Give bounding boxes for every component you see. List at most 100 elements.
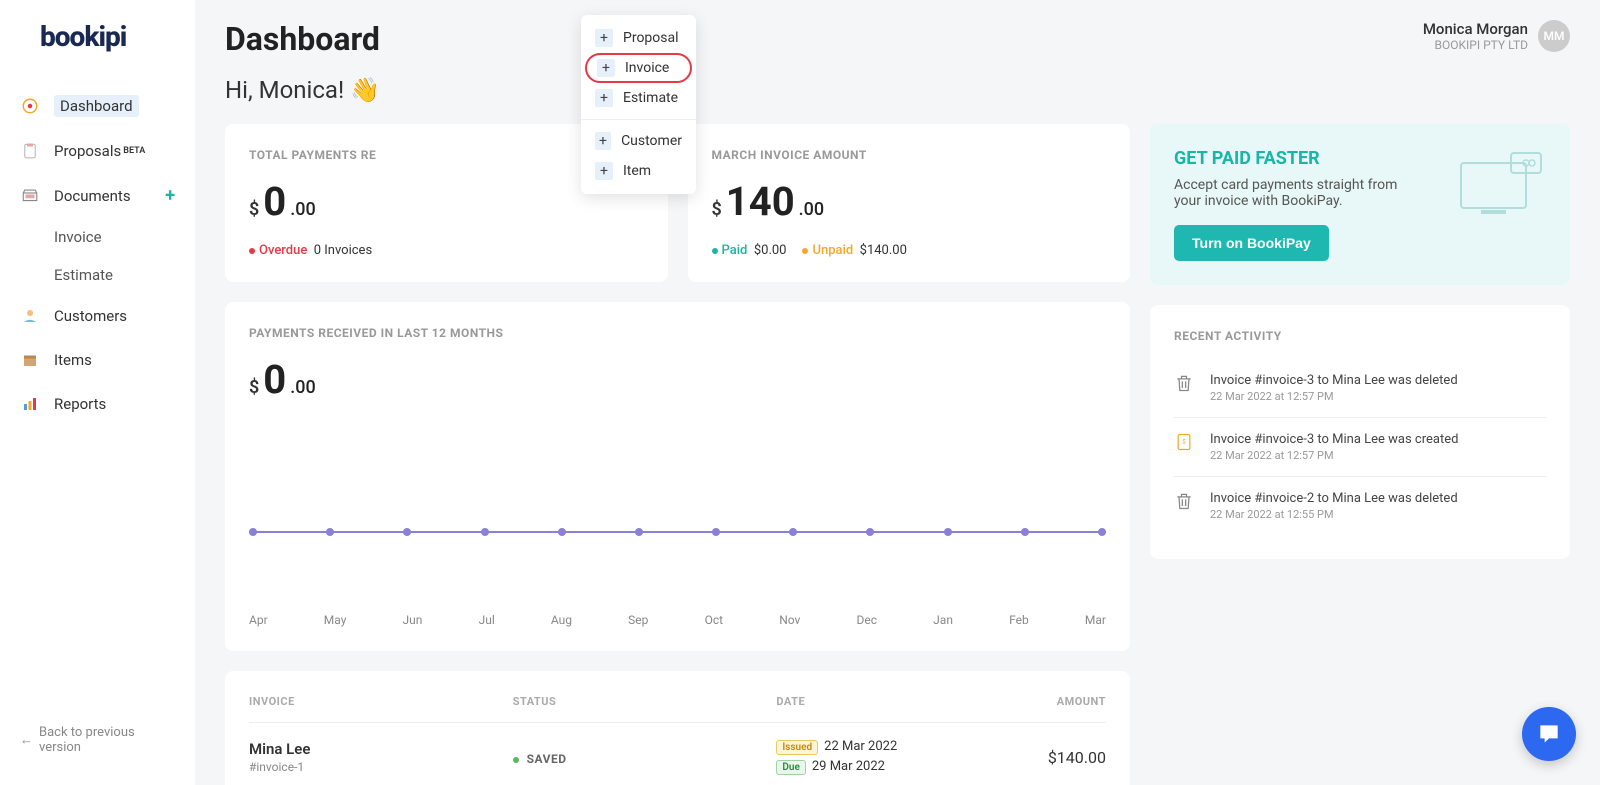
sidebar-sub-estimate[interactable]: Estimate [0,256,195,294]
row-invoice-number: #invoice-1 [249,760,513,774]
activity-item[interactable]: $ Invoice #invoice-3 to Mina Lee was crea… [1174,418,1546,477]
chart-point [249,528,257,536]
dot-icon [513,757,519,763]
table-header-invoice: INVOICE [249,695,513,708]
dropdown-item-item[interactable]: +Item [581,156,696,186]
chart-point [789,528,797,536]
sidebar-item-label: Items [54,351,92,369]
dropdown-item-invoice[interactable]: +Invoice [585,53,692,83]
table-header-amount: AMOUNT [974,695,1106,708]
promo-text: Accept card payments straight from your … [1174,177,1404,209]
arrow-left-icon: ← [20,732,33,748]
logo: bookipi [0,20,195,83]
main-content: Dashboard Monica Morgan BOOKIPI PTY LTD … [195,0,1600,785]
sidebar-item-proposals[interactable]: ProposalsBETA [0,129,195,173]
activity-item[interactable]: Invoice #invoice-2 to Mina Lee was delet… [1174,477,1546,535]
recent-activity-card: RECENT ACTIVITY Invoice #invoice-3 to Mi… [1150,305,1570,559]
chart-month-label: Nov [779,613,800,627]
monitor-icon [1456,148,1546,222]
dot-icon [802,248,808,254]
sidebar: bookipi Dashboard ProposalsBETA Document… [0,0,195,785]
due-badge: Due [776,760,805,775]
sidebar-item-label: Reports [54,395,106,413]
sidebar-sub-invoice[interactable]: Invoice [0,218,195,256]
chart-month-label: May [324,613,347,627]
sidebar-item-documents[interactable]: Documents + [0,173,195,218]
box-icon [20,350,40,370]
sidebar-item-label: Customers [54,307,127,325]
chart-x-labels: AprMayJunJulAugSepOctNovDecJanFebMar [249,613,1106,627]
chart-month-label: Jan [933,613,953,627]
person-icon [20,306,40,326]
chart-month-label: Oct [705,613,723,627]
sidebar-item-reports[interactable]: Reports [0,382,195,426]
card-label: PAYMENTS RECEIVED IN LAST 12 MONTHS [249,326,1106,340]
card-label: MARCH INVOICE AMOUNT [712,148,1107,162]
activity-text: Invoice #invoice-3 to Mina Lee was creat… [1210,432,1458,447]
currency-symbol: $ [249,199,259,220]
activity-time: 22 Mar 2022 at 12:57 PM [1210,390,1458,403]
svg-text:$: $ [1182,438,1186,446]
row-customer-name: Mina Lee [249,740,513,758]
currency-symbol: $ [712,199,722,220]
chart-area [249,423,1106,603]
dropdown-item-proposal[interactable]: +Proposal [581,23,696,53]
chat-fab[interactable] [1522,707,1576,761]
invoice-icon: $ [1174,432,1196,454]
page-title: Dashboard [225,20,380,58]
table-row[interactable]: Mina Lee #invoice-1 SAVED Issued22 Mar 2… [249,723,1106,785]
payments-chart-card: PAYMENTS RECEIVED IN LAST 12 MONTHS $ 0 … [225,302,1130,651]
sidebar-item-dashboard[interactable]: Dashboard [0,83,195,129]
chart-month-label: Dec [856,613,877,627]
activity-time: 22 Mar 2022 at 12:57 PM [1210,449,1458,462]
table-header-status: STATUS [513,695,777,708]
sidebar-item-items[interactable]: Items [0,338,195,382]
chart-month-label: Apr [249,613,268,627]
chat-icon [1536,721,1562,747]
amount-decimal: .00 [799,199,824,220]
chart-month-label: Jul [479,613,495,627]
trash-icon [1174,491,1196,513]
invoice-amount-card: MARCH INVOICE AMOUNT $ 140 .00 Paid $0.0… [688,124,1131,282]
issued-badge: Issued [776,740,818,755]
sidebar-item-label: Documents [54,187,131,205]
turn-on-bookipay-button[interactable]: Turn on BookiPay [1174,225,1329,261]
chart-month-label: Feb [1009,613,1029,627]
chart-point [558,528,566,536]
amount-decimal: .00 [290,199,315,220]
chart-point [866,528,874,536]
clipboard-icon [20,141,40,161]
chart-month-label: Aug [551,613,572,627]
inbox-icon [20,186,40,206]
currency-symbol: $ [249,377,259,398]
amount-whole: 0 [263,356,286,403]
plus-icon: + [595,29,613,47]
activity-text: Invoice #invoice-3 to Mina Lee was delet… [1210,373,1458,388]
dropdown-item-estimate[interactable]: +Estimate [581,83,696,113]
avatar: MM [1538,20,1570,52]
trash-icon [1174,373,1196,395]
user-menu[interactable]: Monica Morgan BOOKIPI PTY LTD MM [1423,20,1570,52]
greeting: Hi, Monica! 👋 [225,76,1570,104]
dot-icon [712,248,718,254]
chart-point [1098,528,1106,536]
chart-month-label: Sep [628,613,648,627]
dot-icon [249,248,255,254]
dropdown-item-customer[interactable]: +Customer [581,126,696,156]
sidebar-item-label: Proposals [54,142,121,160]
activity-item[interactable]: Invoice #invoice-3 to Mina Lee was delet… [1174,359,1546,418]
amount-whole: 0 [263,178,286,225]
sidebar-item-customers[interactable]: Customers [0,294,195,338]
activity-text: Invoice #invoice-2 to Mina Lee was delet… [1210,491,1458,506]
table-header-date: DATE [776,695,974,708]
chart-month-label: Jun [403,613,423,627]
dashboard-icon [20,96,40,116]
plus-icon[interactable]: + [165,185,175,206]
back-link[interactable]: ← Back to previous version [0,715,195,765]
row-amount: $140.00 [974,748,1106,767]
chart-point [403,528,411,536]
create-dropdown: +Proposal +Invoice +Estimate +Customer +… [581,15,696,194]
chart-point [326,528,334,536]
chart-point [481,528,489,536]
amount-decimal: .00 [290,377,315,398]
